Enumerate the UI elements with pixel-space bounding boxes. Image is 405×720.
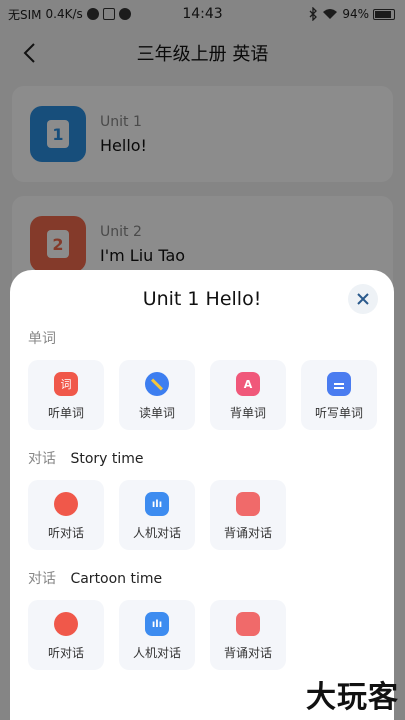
tile-label: 听单词 [47, 406, 84, 420]
section-words-tiles: 词 听单词 读单词 A 背单词 听写单词 [28, 360, 377, 430]
tile-label: 背诵对话 [223, 646, 272, 660]
tile-label: 人机对话 [132, 646, 181, 660]
unit-action-sheet: Unit 1 Hello! 单词 词 听单词 读单词 A 背单词 听写单词 对话… [10, 270, 394, 720]
section-category: 对话 [28, 451, 56, 467]
tile-label: 听写单词 [314, 406, 363, 420]
ai-dialogue-icon: ılı [145, 492, 169, 516]
tile-label: 读单词 [138, 406, 175, 420]
listen-dialogue-icon [54, 612, 78, 636]
section-name: Story time [70, 451, 144, 467]
watermark-logo: 大玩客 [306, 680, 399, 715]
close-icon [357, 293, 369, 305]
ai-dialogue-button[interactable]: ılı 人机对话 [119, 480, 195, 550]
dictation-icon [327, 372, 351, 396]
ai-dialogue-icon: ılı [145, 612, 169, 636]
recite-dialogue-button[interactable]: 背诵对话 [210, 480, 286, 550]
read-words-button[interactable]: 读单词 [119, 360, 195, 430]
tile-label: 背单词 [229, 406, 266, 420]
section-cartoon-label: 对话 Cartoon time [28, 568, 162, 588]
listen-dialogue-button[interactable]: 听对话 [28, 600, 104, 670]
listen-dialogue-icon [54, 492, 78, 516]
close-button[interactable] [348, 284, 378, 314]
section-story-tiles: 听对话 ılı 人机对话 背诵对话 [28, 480, 286, 550]
read-words-icon [145, 372, 169, 396]
section-story-label: 对话 Story time [28, 448, 144, 468]
ai-dialogue-button[interactable]: ılı 人机对话 [119, 600, 195, 670]
tile-label: 听对话 [47, 646, 84, 660]
listen-dialogue-button[interactable]: 听对话 [28, 480, 104, 550]
tile-label: 听对话 [47, 526, 84, 540]
dictation-button[interactable]: 听写单词 [301, 360, 377, 430]
section-category: 单词 [28, 331, 56, 347]
listen-words-icon: 词 [54, 372, 78, 396]
memorize-words-button[interactable]: A 背单词 [210, 360, 286, 430]
tile-label: 背诵对话 [223, 526, 272, 540]
section-words-label: 单词 [28, 328, 66, 348]
recite-dialogue-button[interactable]: 背诵对话 [210, 600, 286, 670]
memorize-words-icon: A [236, 372, 260, 396]
sheet-title: Unit 1 Hello! [142, 288, 262, 310]
recite-dialogue-icon [236, 492, 260, 516]
listen-words-button[interactable]: 词 听单词 [28, 360, 104, 430]
section-name: Cartoon time [70, 571, 163, 587]
section-cartoon-tiles: 听对话 ılı 人机对话 背诵对话 [28, 600, 286, 670]
section-category: 对话 [28, 571, 56, 587]
recite-dialogue-icon [236, 612, 260, 636]
tile-label: 人机对话 [132, 526, 181, 540]
